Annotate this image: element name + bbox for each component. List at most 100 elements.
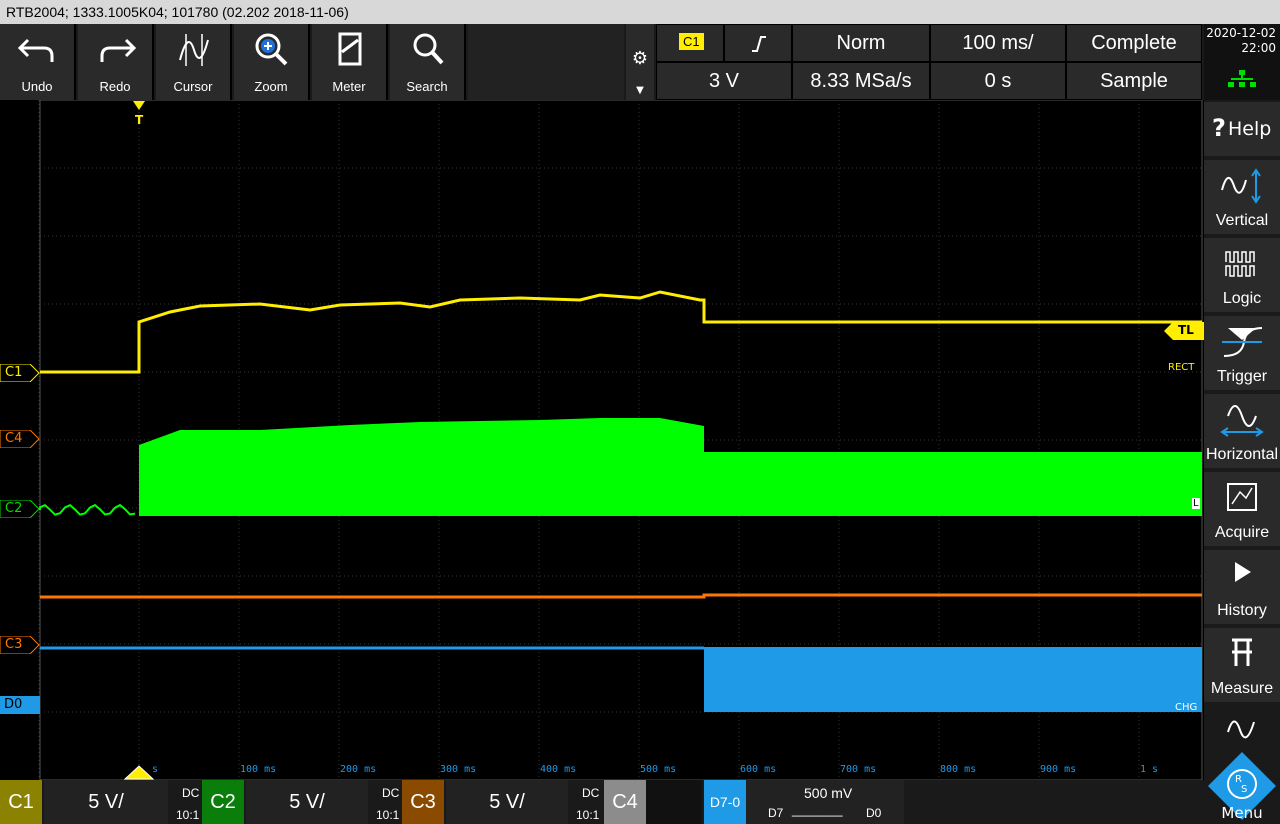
acquire-label: Acquire bbox=[1214, 524, 1270, 541]
cursor-icon bbox=[179, 34, 209, 66]
settings-button[interactable]: ⚙ ▼ bbox=[626, 24, 654, 100]
c1-marker[interactable]: C1 bbox=[0, 364, 40, 382]
history-label: History bbox=[1217, 602, 1267, 619]
d0-marker[interactable]: D0 bbox=[0, 696, 40, 714]
trigger-source-cell[interactable]: C1 bbox=[656, 24, 724, 62]
c1-marker-label: C1 bbox=[5, 365, 23, 380]
c2-marker[interactable]: C2 bbox=[0, 500, 40, 518]
trigger-label: Trigger bbox=[1216, 368, 1268, 385]
channel-bar: C1 5 V/ DC 10:1 C2 5 V/ DC 10:1 C3 5 V/ … bbox=[0, 780, 1204, 824]
c3-channel-box[interactable]: C3 5 V/ DC 10:1 bbox=[400, 780, 602, 824]
acquire-icon bbox=[1227, 483, 1257, 511]
c2-l-label: L bbox=[1192, 498, 1200, 509]
time-tick-label: 700 ms bbox=[840, 764, 877, 775]
c1-scale: 5 V/ bbox=[44, 780, 168, 824]
measure-label: Measure bbox=[1210, 680, 1274, 697]
undo-icon bbox=[17, 38, 54, 62]
meter-icon bbox=[338, 32, 362, 66]
clock-panel: 2020-12-02 22:00 bbox=[1204, 24, 1280, 100]
vertical-icon bbox=[1221, 168, 1261, 204]
digital-d0-label: D0 bbox=[866, 806, 882, 820]
timebase[interactable]: 100 ms/ bbox=[930, 24, 1066, 62]
waveforms bbox=[39, 290, 1202, 712]
c4-marker[interactable]: C4 bbox=[0, 430, 40, 448]
zoom-button[interactable]: Zoom bbox=[234, 24, 310, 100]
waveform-icon bbox=[1227, 720, 1255, 739]
chevron-down-icon: ▼ bbox=[636, 85, 644, 96]
time-tick-label: 100 ms bbox=[240, 764, 277, 775]
horizontal-label: Horizontal bbox=[1205, 446, 1279, 463]
acquisition-mode[interactable]: Sample bbox=[1066, 62, 1202, 100]
rect-label: RECT bbox=[1168, 362, 1195, 373]
redo-icon bbox=[100, 38, 137, 62]
help-label: Help bbox=[1228, 118, 1272, 140]
time-tick-label: 200 ms bbox=[340, 764, 377, 775]
trigger-offset-marker bbox=[123, 764, 155, 780]
trigger-level[interactable]: 3 V bbox=[656, 62, 792, 100]
menu-label: Menu bbox=[1221, 804, 1263, 822]
date: 2020-12-02 bbox=[1206, 26, 1276, 40]
time-tick-label: 1 s bbox=[1140, 764, 1159, 775]
help-button[interactable]: ? Help bbox=[1204, 102, 1280, 156]
c2-trace-active bbox=[139, 418, 704, 516]
c4-channel-box[interactable]: C4 bbox=[604, 780, 702, 824]
trigger-source-badge: C1 bbox=[679, 33, 704, 50]
toolbar-empty-slot bbox=[468, 24, 624, 100]
search-button[interactable]: Search bbox=[390, 24, 466, 100]
menu-button[interactable]: RS Menu bbox=[1204, 706, 1280, 824]
gear-icon: ⚙ bbox=[631, 48, 649, 69]
c2-probe: 10:1 bbox=[376, 808, 400, 822]
digital-pattern: _______ bbox=[792, 802, 843, 817]
horizontal-button[interactable]: Horizontal bbox=[1204, 394, 1280, 468]
acquisition-status[interactable]: Complete bbox=[1066, 24, 1202, 62]
redo-label: Redo bbox=[99, 79, 131, 94]
horizontal-icon bbox=[1220, 405, 1264, 437]
network-icon bbox=[1228, 70, 1256, 87]
trigger-marker-label: T bbox=[135, 113, 144, 127]
c1-probe: 10:1 bbox=[176, 808, 200, 822]
trigger-position-marker[interactable]: T bbox=[132, 100, 146, 130]
time: 22:00 bbox=[1241, 41, 1276, 55]
d0-marker-label: D0 bbox=[4, 697, 23, 712]
digital-channel-box[interactable]: D7-0 500 mV D7 _______ D0 bbox=[704, 780, 904, 824]
trigger-mode[interactable]: Norm bbox=[792, 24, 930, 62]
meter-button[interactable]: Meter bbox=[312, 24, 388, 100]
undo-button[interactable]: Undo bbox=[0, 24, 76, 100]
sample-rate[interactable]: 8.33 MSa/s bbox=[792, 62, 930, 100]
c2-trace-post bbox=[704, 452, 1202, 516]
trigger-level-marker[interactable]: TL bbox=[1164, 322, 1204, 340]
c1-channel-box[interactable]: C1 5 V/ DC 10:1 bbox=[0, 780, 200, 824]
logic-label: Logic bbox=[1222, 290, 1262, 307]
time-tick-label: 800 ms bbox=[940, 764, 977, 775]
cursor-label: Cursor bbox=[173, 79, 213, 94]
logic-button[interactable]: Logic bbox=[1204, 238, 1280, 312]
c2-marker-label: C2 bbox=[5, 501, 23, 516]
zoom-icon bbox=[255, 33, 288, 66]
trigger-level-label: TL bbox=[1178, 323, 1194, 337]
digital-threshold: 500 mV bbox=[804, 785, 853, 801]
svg-text:S: S bbox=[1241, 784, 1247, 795]
trigger-slope-cell[interactable] bbox=[724, 24, 792, 62]
horizontal-offset[interactable]: 0 s bbox=[930, 62, 1066, 100]
waveform-display[interactable]: T TL RECT L CHG C1 C4 C2 C3 D0 s 100 ms 20… bbox=[0, 99, 1204, 781]
cursor-button[interactable]: Cursor bbox=[156, 24, 232, 100]
zoom-label: Zoom bbox=[254, 79, 288, 94]
trigger-icon bbox=[1222, 327, 1263, 357]
measure-button[interactable]: Measure bbox=[1204, 628, 1280, 702]
trigger-button[interactable]: Trigger bbox=[1204, 316, 1280, 390]
play-icon bbox=[1235, 562, 1251, 582]
history-button[interactable]: History bbox=[1204, 550, 1280, 624]
vertical-button[interactable]: Vertical bbox=[1204, 160, 1280, 234]
redo-button[interactable]: Redo bbox=[78, 24, 154, 100]
waveform-canvas[interactable] bbox=[0, 99, 1204, 781]
right-sidebar: 2020-12-02 22:00 ? Help Vertical Logic T… bbox=[1204, 24, 1280, 824]
c3-marker[interactable]: C3 bbox=[0, 636, 40, 654]
trigger-offset-icon bbox=[123, 765, 155, 780]
digital-d7-label: D7 bbox=[768, 806, 784, 820]
c2-channel-box[interactable]: C2 5 V/ DC 10:1 bbox=[200, 780, 400, 824]
acquire-button[interactable]: Acquire bbox=[1204, 472, 1280, 546]
vertical-label: Vertical bbox=[1215, 212, 1269, 229]
c2-trace-pre bbox=[39, 503, 136, 516]
c3-marker-label: C3 bbox=[5, 637, 23, 652]
c4-marker-label: C4 bbox=[5, 431, 23, 446]
